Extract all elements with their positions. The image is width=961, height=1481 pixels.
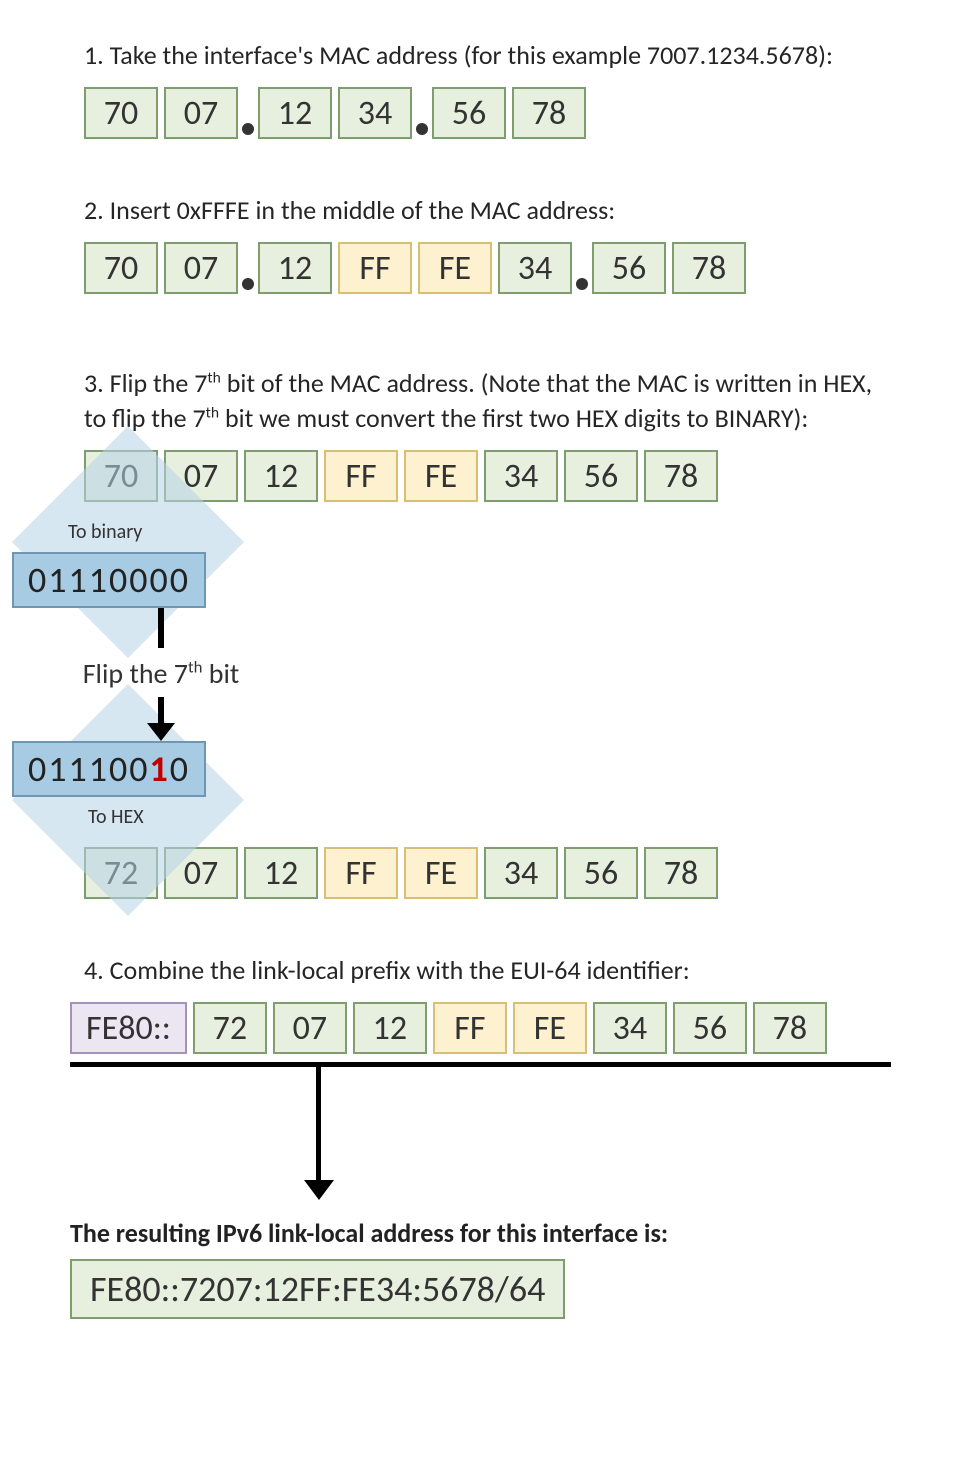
flip-bit-label: Flip the 7th bit <box>83 656 240 691</box>
step3-text-part: bit we must convert the first two HEX di… <box>219 402 808 434</box>
inserted-byte: FE <box>418 242 492 294</box>
mac-byte: 56 <box>564 450 638 502</box>
flip-label-part: bit <box>202 656 239 691</box>
binary-after: 01110010 <box>12 741 206 797</box>
dot-separator <box>576 278 588 290</box>
step3-bytes-before-row: 70 07 12 FF FE 34 56 78 <box>84 450 961 502</box>
arrow-stem <box>316 1062 321 1182</box>
mac-byte: 12 <box>244 847 318 899</box>
inserted-byte: FE <box>513 1002 587 1054</box>
link-local-prefix: FE80:: <box>70 1002 187 1054</box>
step3-text: 3. Flip the 7th bit of the MAC address. … <box>84 366 874 436</box>
mac-byte: 34 <box>484 450 558 502</box>
mac-byte: 56 <box>432 87 506 139</box>
eui64-diagram: 1. Take the interface's MAC address (for… <box>0 0 961 1359</box>
mac-byte: 34 <box>498 242 572 294</box>
bin-after-prefix: 011100 <box>28 747 149 791</box>
inserted-byte: FF <box>433 1002 507 1054</box>
step2-bytes-row: 70 07 12 FF FE 34 56 78 <box>84 242 961 294</box>
mac-byte: 78 <box>644 847 718 899</box>
combine-arrow-group <box>70 1062 891 1067</box>
step1-text: 1. Take the interface's MAC address (for… <box>84 38 874 73</box>
mac-byte: 34 <box>338 87 412 139</box>
inserted-byte: FE <box>404 450 478 502</box>
dot-separator <box>416 123 428 135</box>
step4-text: 4. Combine the link-local prefix with th… <box>84 953 874 988</box>
flipped-bit: 1 <box>149 747 169 791</box>
arrow-stem <box>158 697 164 725</box>
to-hex-label: To HEX <box>88 797 961 847</box>
step4-bytes-row: FE80:: 72 07 12 FF FE 34 56 78 <box>70 1002 961 1054</box>
to-binary-label: To binary <box>68 502 961 552</box>
mac-byte: 78 <box>672 242 746 294</box>
step1-bytes-row: 70 07 12 34 56 78 <box>84 87 961 139</box>
mac-byte: 56 <box>673 1002 747 1054</box>
arrow-stem <box>158 608 164 648</box>
dot-separator <box>242 123 254 135</box>
mac-byte: 12 <box>258 87 332 139</box>
dot-separator <box>242 278 254 290</box>
bin-after-suffix: 0 <box>170 747 190 791</box>
binary-before: 01110000 <box>12 552 206 608</box>
step3-text-part: 3. Flip the 7 <box>84 367 207 399</box>
arrow-down-icon <box>147 723 175 741</box>
mac-byte: 34 <box>593 1002 667 1054</box>
mac-byte: 07 <box>273 1002 347 1054</box>
result-title: The resulting IPv6 link-local address fo… <box>70 1217 961 1249</box>
inserted-byte: FF <box>324 847 398 899</box>
inserted-byte: FF <box>338 242 412 294</box>
binary-conversion-area: To binary 01110000 Flip the 7th bit 0111… <box>6 502 961 847</box>
mac-byte: 72 <box>193 1002 267 1054</box>
mac-byte: 07 <box>164 87 238 139</box>
result-address: FE80::7207:12FF:FE34:5678/64 <box>70 1259 565 1319</box>
arrow-down-icon <box>304 1180 334 1200</box>
flip-arrow-group: Flip the 7th bit <box>36 608 286 741</box>
mac-byte: 78 <box>753 1002 827 1054</box>
mac-byte: 78 <box>512 87 586 139</box>
horizontal-bar <box>70 1062 891 1067</box>
mac-byte: 12 <box>353 1002 427 1054</box>
mac-byte: 56 <box>564 847 638 899</box>
step3-bytes-after-row: 72 07 12 FF FE 34 56 78 <box>84 847 961 899</box>
mac-byte: 56 <box>592 242 666 294</box>
mac-byte: 12 <box>244 450 318 502</box>
inserted-byte: FE <box>404 847 478 899</box>
mac-byte: 07 <box>164 242 238 294</box>
mac-byte: 70 <box>84 242 158 294</box>
mac-byte: 12 <box>258 242 332 294</box>
mac-byte: 34 <box>484 847 558 899</box>
flip-label-part: Flip the 7 <box>83 656 188 691</box>
step2-text: 2. Insert 0xFFFE in the middle of the MA… <box>84 193 874 228</box>
inserted-byte: FF <box>324 450 398 502</box>
mac-byte: 78 <box>644 450 718 502</box>
mac-byte: 70 <box>84 87 158 139</box>
